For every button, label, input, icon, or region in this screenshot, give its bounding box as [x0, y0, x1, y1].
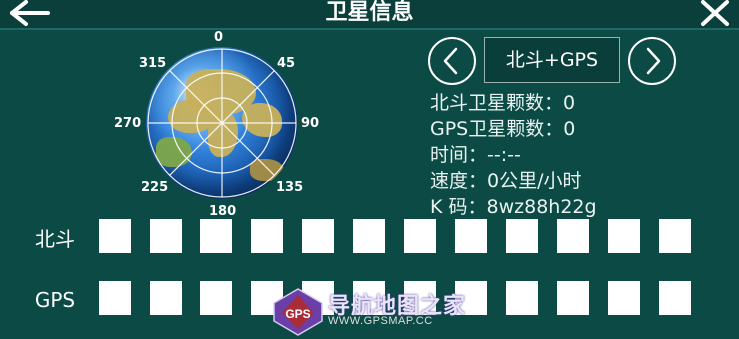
beidou-signal-box [99, 219, 131, 253]
degree-label-90: 90 [301, 116, 320, 131]
beidou-signal-box [659, 219, 691, 253]
beidou-signal-box [506, 219, 538, 253]
kcode-label: K 码： [430, 196, 487, 218]
kcode-value: 8wz88h22g [486, 196, 597, 218]
degree-label-225: 225 [141, 180, 169, 195]
close-button[interactable] [697, 0, 733, 28]
time-label: 时间： [430, 144, 488, 166]
gps-row-label: GPS [34, 288, 76, 312]
degree-label-180: 180 [209, 204, 237, 219]
degree-label-135: 135 [276, 180, 304, 195]
gps-signal-box [506, 281, 538, 315]
beidou-count-label: 北斗卫星颗数： [430, 92, 564, 114]
beidou-signal-box [404, 219, 436, 253]
degree-label-315: 315 [139, 56, 167, 71]
gps-signal-box [557, 281, 589, 315]
beidou-signal-box [200, 219, 232, 253]
gps-logo-text: GPS [285, 307, 310, 321]
degree-label-0: 0 [214, 30, 224, 45]
gps-signal-box [99, 281, 131, 315]
time-row: 时间：--:-- [430, 144, 521, 166]
close-icon [701, 0, 729, 26]
beidou-signal-box [455, 219, 487, 253]
gps-logo-icon: GPS [273, 288, 323, 336]
satellite-info-screen: 卫星信息 0 45 90 135 180 225 270 315 北斗+GPS … [0, 0, 739, 339]
sky-plot-grid [147, 48, 297, 198]
kcode-row: K 码：8wz88h22g [430, 196, 597, 218]
header-bar: 卫星信息 [0, 0, 739, 30]
beidou-signal-box [353, 219, 385, 253]
page-title: 卫星信息 [325, 0, 414, 25]
beidou-signal-box [150, 219, 182, 253]
gps-signal-box [150, 281, 182, 315]
beidou-signal-box [251, 219, 283, 253]
speed-label: 速度： [430, 170, 488, 192]
beidou-count-row: 北斗卫星颗数：0 [430, 92, 575, 114]
beidou-signal-box [608, 219, 640, 253]
beidou-signal-box [302, 219, 334, 253]
gps-count-label: GPS卫星颗数： [430, 118, 564, 140]
next-mode-button[interactable] [628, 37, 676, 85]
watermark-url: WWW.GPSMAP.CC [328, 315, 433, 327]
degree-label-45: 45 [277, 56, 296, 71]
beidou-signal-box [557, 219, 589, 253]
beidou-count-value: 0 [563, 92, 576, 114]
gps-signal-box [659, 281, 691, 315]
gps-count-row: GPS卫星颗数：0 [430, 118, 575, 140]
gps-signal-box [200, 281, 232, 315]
time-value: --:-- [487, 144, 521, 166]
chevron-right-icon [646, 47, 661, 75]
mode-display: 北斗+GPS [484, 37, 620, 83]
gps-signal-box [608, 281, 640, 315]
degree-label-270: 270 [114, 116, 142, 131]
previous-mode-button[interactable] [428, 37, 476, 85]
watermark: GPS 导航地图之家 WWW.GPSMAP.CC [270, 285, 480, 339]
chevron-left-icon [443, 47, 458, 75]
gps-count-value: 0 [563, 118, 576, 140]
speed-value: 0公里/小时 [487, 170, 582, 192]
speed-row: 速度：0公里/小时 [430, 170, 582, 192]
beidou-row-label: 北斗 [35, 227, 75, 251]
